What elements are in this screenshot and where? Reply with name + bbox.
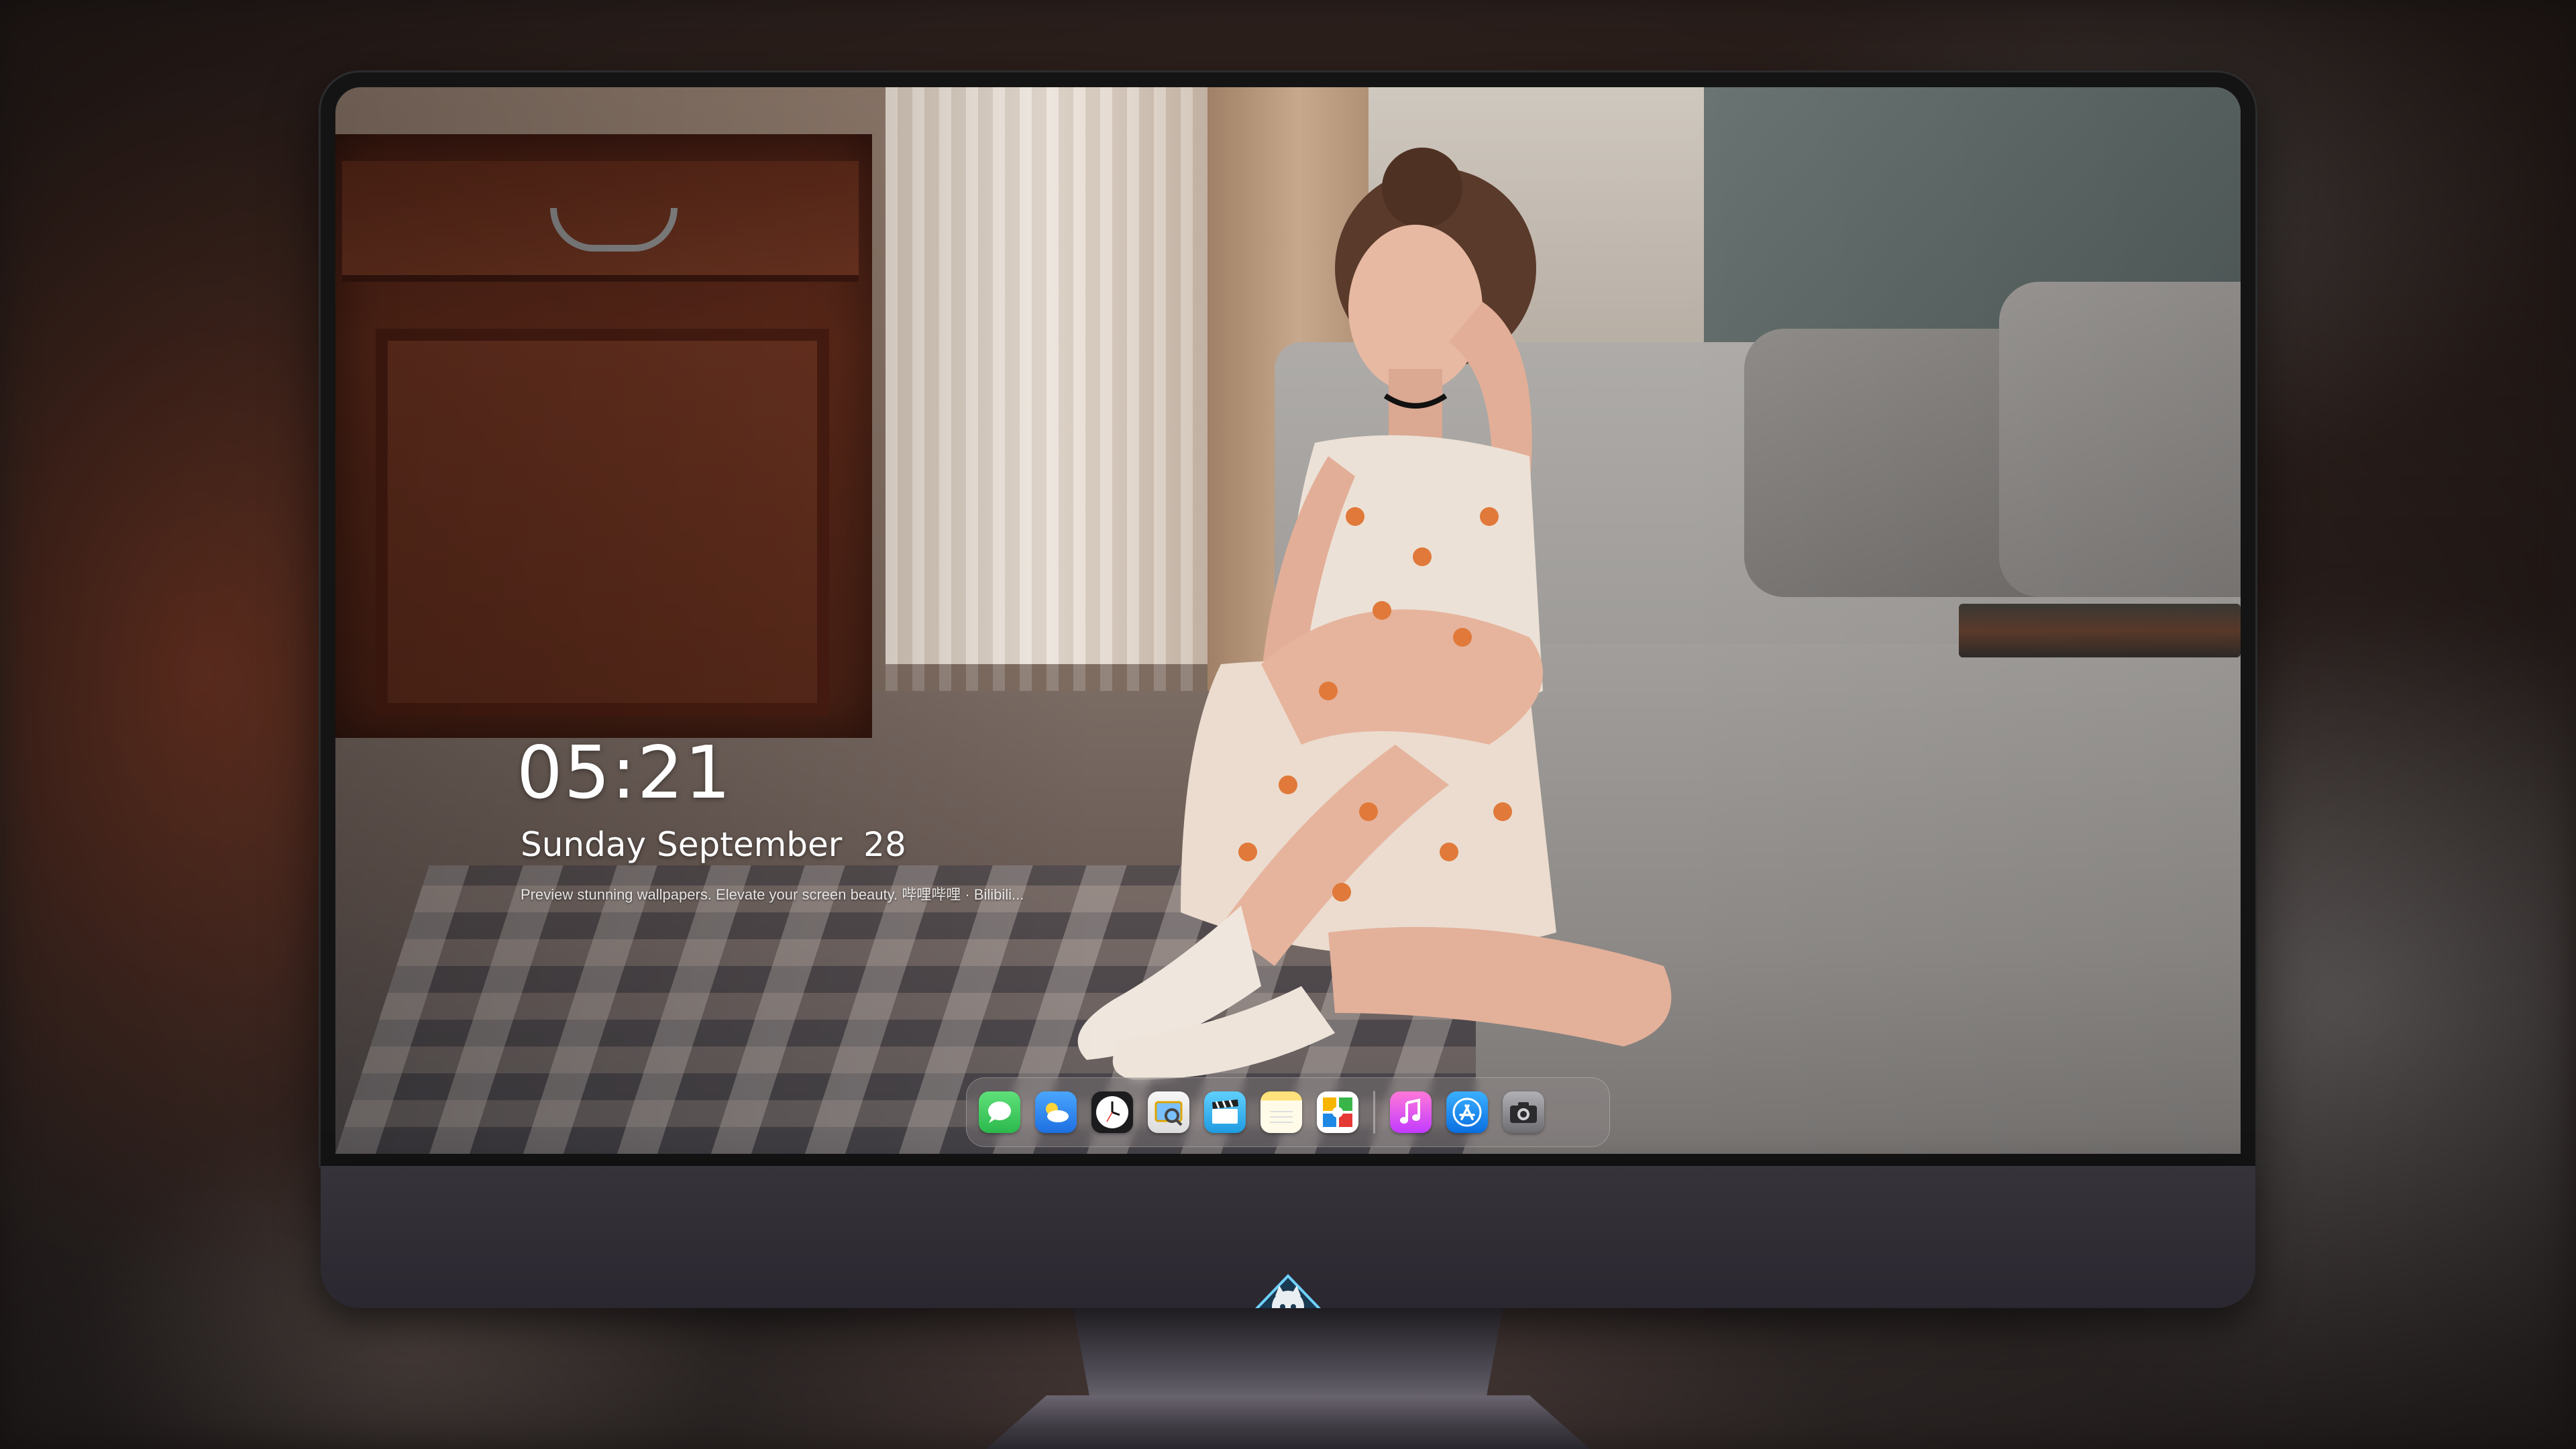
lockscreen-tagline: Preview stunning wallpapers. Elevate you…: [521, 886, 1024, 903]
lockscreen-date: Sunday September 28: [521, 825, 906, 864]
dock-separator: [1373, 1091, 1375, 1134]
app-store-icon[interactable]: [1446, 1091, 1488, 1133]
camera-icon[interactable]: [1503, 1091, 1544, 1133]
monitor-stand-base: [986, 1395, 1590, 1449]
clapperboard-icon[interactable]: [1204, 1091, 1246, 1133]
monitor-stand-neck: [1073, 1308, 1503, 1402]
music-icon[interactable]: [1390, 1091, 1432, 1133]
monitor-bezel: 05:21 Sunday September 28 Preview stunni…: [321, 72, 2255, 1166]
desktop-screen: 05:21 Sunday September 28 Preview stunni…: [335, 87, 2241, 1154]
gallery-icon[interactable]: [1317, 1091, 1358, 1133]
messages-icon[interactable]: [979, 1091, 1020, 1133]
clock-icon[interactable]: [1091, 1091, 1133, 1133]
notes-icon[interactable]: [1260, 1091, 1302, 1133]
monitor-chin: [321, 1166, 2255, 1346]
dock: [966, 1077, 1610, 1147]
lockscreen-clock: 05:21: [517, 731, 733, 815]
imac-monitor: 05:21 Sunday September 28 Preview stunni…: [321, 72, 2255, 1346]
screen-shade: [335, 87, 2241, 1154]
preview-icon[interactable]: [1148, 1091, 1189, 1133]
weather-icon[interactable]: [1035, 1091, 1077, 1133]
